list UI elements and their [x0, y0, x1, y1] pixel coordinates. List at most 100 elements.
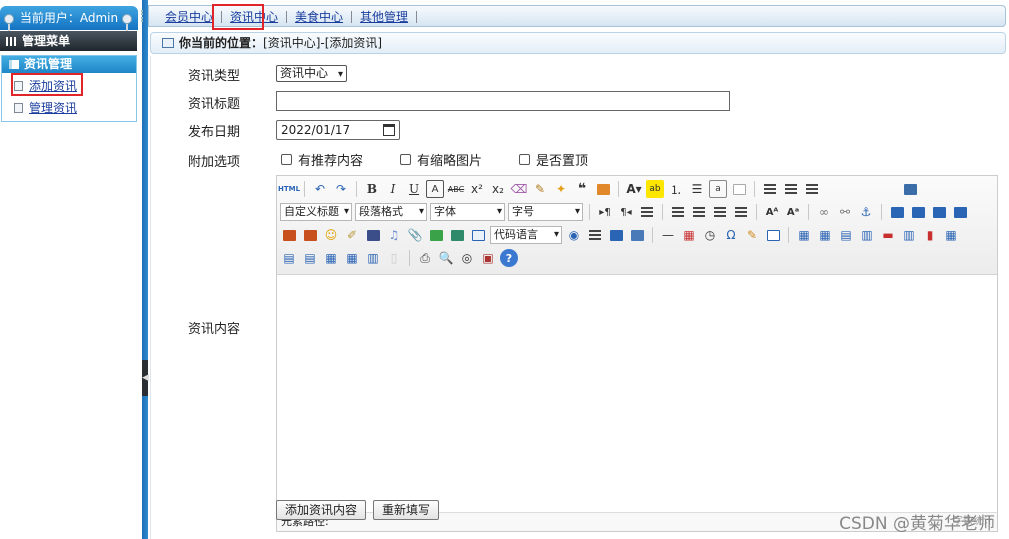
- ordered-list-icon[interactable]: ⒈: [667, 180, 685, 198]
- background-color-icon[interactable]: ab: [646, 180, 664, 198]
- insert-frame-icon[interactable]: [469, 226, 487, 244]
- thumbnail-checkbox[interactable]: [400, 153, 411, 165]
- line-height-icon[interactable]: [803, 180, 821, 198]
- special-char-icon[interactable]: Ω: [722, 226, 740, 244]
- clear-document-icon[interactable]: [730, 180, 748, 198]
- image-right-icon[interactable]: [930, 203, 948, 221]
- ltr-icon[interactable]: ▸¶: [596, 203, 614, 221]
- anchor-icon[interactable]: ⚓: [857, 203, 875, 221]
- editor-content-area[interactable]: [277, 276, 997, 512]
- font-size-combo[interactable]: 字号: [508, 203, 583, 221]
- news-type-select[interactable]: 资讯中心 ▾: [276, 65, 347, 82]
- delete-caption-icon[interactable]: ▯: [385, 249, 403, 267]
- background-icon[interactable]: [628, 226, 646, 244]
- fullscreen-icon[interactable]: [901, 180, 919, 198]
- reset-button[interactable]: 重新填写: [373, 500, 440, 520]
- align-center-icon[interactable]: [690, 203, 708, 221]
- calendar-icon[interactable]: [383, 124, 395, 136]
- subscript-icon[interactable]: x₂: [489, 180, 507, 198]
- paste-plain-icon[interactable]: [594, 180, 612, 198]
- merge-down-icon[interactable]: ▤: [301, 249, 319, 267]
- italic-icon[interactable]: I: [384, 180, 402, 198]
- code-language-combo[interactable]: 代码语言: [490, 226, 562, 244]
- paragraph-format-combo[interactable]: 段落格式: [355, 203, 427, 221]
- music-icon[interactable]: ♫: [385, 226, 403, 244]
- google-map-icon[interactable]: [448, 226, 466, 244]
- option-pin-top[interactable]: 是否置顶: [519, 151, 588, 169]
- web-image-icon[interactable]: ◉: [565, 226, 583, 244]
- scrawl-icon[interactable]: ✐: [343, 226, 361, 244]
- insert-video-icon[interactable]: [364, 226, 382, 244]
- submit-button[interactable]: 添加资讯内容: [276, 500, 367, 520]
- redo-icon[interactable]: ↷: [332, 180, 350, 198]
- image-none-icon[interactable]: [888, 203, 906, 221]
- font-color-icon[interactable]: A▾: [625, 180, 643, 198]
- underline-icon[interactable]: U: [405, 180, 423, 198]
- collapse-sidebar-handle[interactable]: ◀: [142, 360, 149, 396]
- auto-typeset-icon[interactable]: ✦: [552, 180, 570, 198]
- multi-image-icon[interactable]: [301, 226, 319, 244]
- insert-image-icon[interactable]: [280, 226, 298, 244]
- link-icon[interactable]: ∞: [815, 203, 833, 221]
- wordimage-icon[interactable]: ✎: [743, 226, 761, 244]
- strikethrough-icon[interactable]: ABC: [447, 180, 465, 198]
- delete-row-icon[interactable]: ▬: [879, 226, 897, 244]
- rtl-icon[interactable]: ¶◂: [617, 203, 635, 221]
- image-left-icon[interactable]: [909, 203, 927, 221]
- news-title-input[interactable]: [276, 91, 730, 111]
- delete-table-icon[interactable]: ▦: [816, 226, 834, 244]
- print-icon[interactable]: ⎙: [416, 249, 434, 267]
- template-icon[interactable]: [607, 226, 625, 244]
- map-icon[interactable]: [427, 226, 445, 244]
- format-painter-icon[interactable]: ✎: [531, 180, 549, 198]
- insert-paragraph-before-table-icon[interactable]: ▤: [837, 226, 855, 244]
- attachment-icon[interactable]: 📎: [406, 226, 424, 244]
- align-right-icon[interactable]: [711, 203, 729, 221]
- tab-other-management[interactable]: 其他管理: [352, 11, 418, 23]
- unordered-list-icon[interactable]: ☰: [688, 180, 706, 198]
- html-source-icon[interactable]: HTML: [278, 180, 300, 198]
- split-to-cells-icon[interactable]: ▥: [364, 249, 382, 267]
- recommended-checkbox[interactable]: [281, 153, 292, 165]
- align-justify-icon[interactable]: [732, 203, 750, 221]
- bold-icon[interactable]: B: [363, 180, 381, 198]
- option-recommended[interactable]: 有推荐内容: [281, 151, 363, 169]
- pin-top-checkbox[interactable]: [519, 153, 530, 165]
- lowercase-icon[interactable]: Aᵃ: [784, 203, 802, 221]
- option-thumbnail[interactable]: 有缩略图片: [400, 151, 482, 169]
- align-left-icon[interactable]: [669, 203, 687, 221]
- unlink-icon[interactable]: ⚯: [836, 203, 854, 221]
- row-spacing-bottom-icon[interactable]: [782, 180, 800, 198]
- select-all-icon[interactable]: a: [709, 180, 727, 198]
- insert-table-icon[interactable]: ▦: [795, 226, 813, 244]
- custom-title-combo[interactable]: 自定义标题: [280, 203, 352, 221]
- horizontal-rule-icon[interactable]: —: [659, 226, 677, 244]
- date-icon[interactable]: ▦: [680, 226, 698, 244]
- split-to-rows-icon[interactable]: ▦: [322, 249, 340, 267]
- tab-food-center[interactable]: 美食中心: [287, 11, 353, 23]
- emoticon-icon[interactable]: ☺: [322, 226, 340, 244]
- page-break-icon[interactable]: [586, 226, 604, 244]
- help-icon[interactable]: ?: [500, 249, 518, 267]
- panel-header[interactable]: 资讯管理: [2, 56, 136, 73]
- eraser-icon[interactable]: ⌫: [510, 180, 528, 198]
- image-center-icon[interactable]: [951, 203, 969, 221]
- time-icon[interactable]: ◷: [701, 226, 719, 244]
- uppercase-icon[interactable]: Aᴬ: [763, 203, 781, 221]
- superscript-icon[interactable]: x²: [468, 180, 486, 198]
- delete-col-icon[interactable]: ▮: [921, 226, 939, 244]
- insert-col-icon[interactable]: ▥: [900, 226, 918, 244]
- merge-right-icon[interactable]: ▤: [280, 249, 298, 267]
- indent-icon[interactable]: [638, 203, 656, 221]
- publish-date-input[interactable]: 2022/01/17: [276, 120, 400, 140]
- font-border-icon[interactable]: A: [426, 180, 444, 198]
- merge-cells-icon[interactable]: ▦: [942, 226, 960, 244]
- font-family-combo[interactable]: 字体: [430, 203, 505, 221]
- search-icon[interactable]: ◎: [458, 249, 476, 267]
- undo-icon[interactable]: ↶: [311, 180, 329, 198]
- split-to-cols-icon[interactable]: ▦: [343, 249, 361, 267]
- blockquote-icon[interactable]: ❝: [573, 180, 591, 198]
- preview-icon[interactable]: 🔍: [437, 249, 455, 267]
- draft-icon[interactable]: ▣: [479, 249, 497, 267]
- search-replace-icon[interactable]: [764, 226, 782, 244]
